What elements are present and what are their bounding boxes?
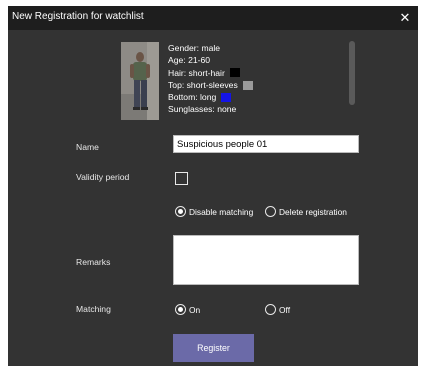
attr-sunglasses: Sunglasses: none [168, 104, 237, 115]
matching-off-radio[interactable]: Off [265, 304, 290, 315]
radio-unselected-icon [265, 206, 276, 217]
person-image [121, 42, 159, 120]
matching-off-label: Off [279, 304, 291, 315]
attr-gender: Gender: male [168, 43, 221, 53]
register-button[interactable]: Register [173, 334, 254, 362]
radio-selected-icon [175, 206, 186, 217]
remarks-textarea[interactable] [173, 235, 359, 285]
registration-dialog: New Registration for watchlist ✕ Gender:… [8, 6, 418, 366]
matching-on-radio[interactable]: On [175, 304, 200, 315]
disable-matching-radio[interactable]: Disable matching [175, 206, 253, 217]
radio-selected-icon [175, 304, 186, 315]
radio-unselected-icon [265, 304, 276, 315]
matching-on-label: On [189, 304, 201, 315]
hair-color-swatch [229, 68, 240, 78]
delete-registration-radio[interactable]: Delete registration [265, 206, 347, 217]
remarks-label: Remarks [76, 257, 111, 267]
validity-period-label: Validity period [76, 172, 130, 182]
disable-matching-label: Disable matching [189, 206, 254, 217]
attr-top: Top: short-sleeves [168, 79, 348, 91]
matching-label: Matching [76, 304, 111, 314]
bottom-color-swatch [221, 92, 232, 102]
dialog-title: New Registration for watchlist [12, 11, 144, 22]
title-bar: New Registration for watchlist ✕ [8, 6, 418, 30]
person-thumbnail [121, 42, 159, 120]
close-button[interactable]: ✕ [392, 6, 418, 30]
name-label: Name [76, 142, 99, 152]
validity-period-checkbox[interactable] [175, 172, 188, 185]
name-input[interactable] [173, 135, 359, 153]
delete-registration-label: Delete registration [279, 206, 347, 217]
close-icon: ✕ [399, 10, 411, 25]
attributes-scrollbar[interactable] [349, 41, 355, 105]
attr-age: Age: 21-60 [168, 55, 211, 66]
attr-hair: Hair: short-hair [168, 67, 348, 79]
top-color-swatch [242, 80, 253, 90]
person-attributes: Gender: male Age: 21-60 Hair: short-hair… [168, 42, 348, 116]
attr-bottom: Bottom: long [168, 91, 348, 103]
